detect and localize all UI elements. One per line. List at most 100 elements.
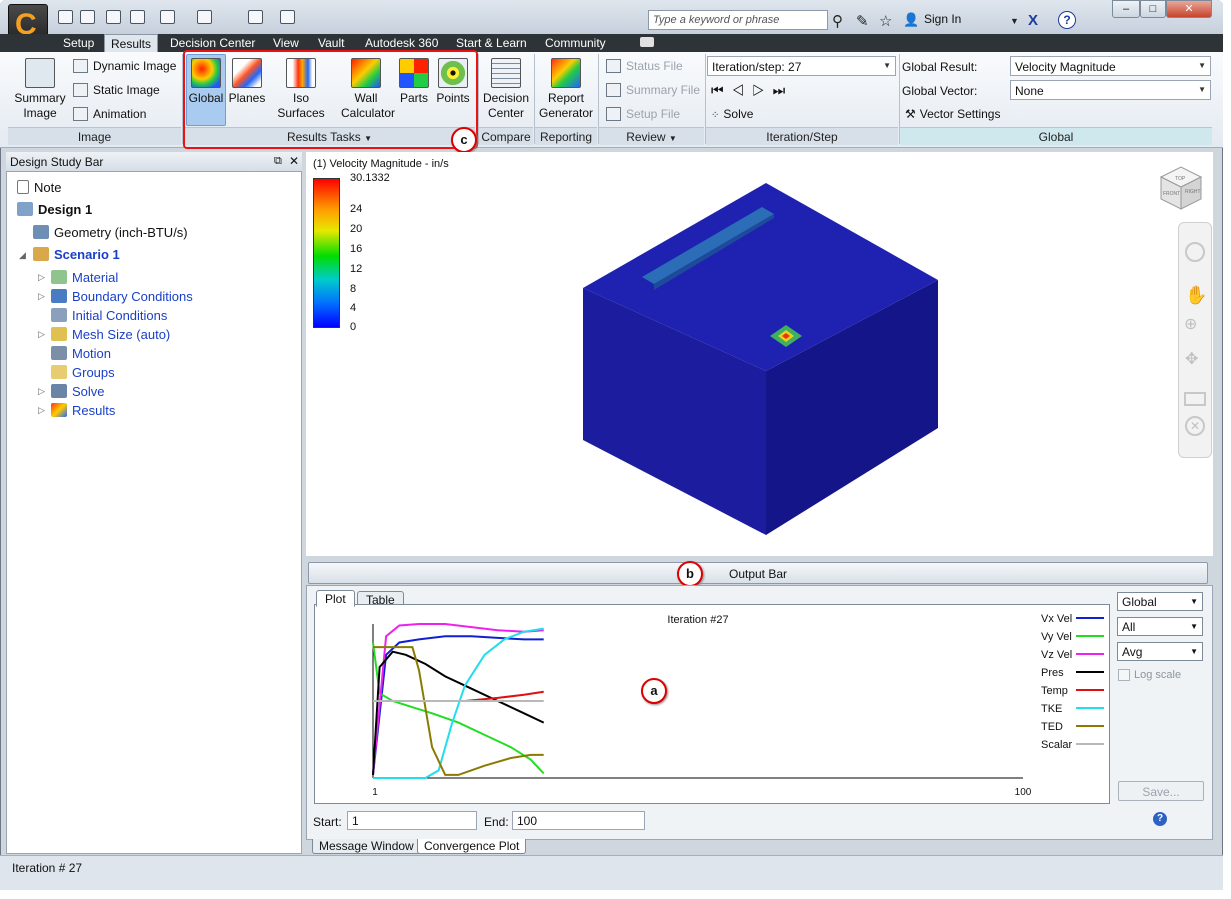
groups-icon (51, 365, 67, 379)
ribbon-minimize-icon[interactable] (640, 37, 654, 47)
open-folder-icon[interactable] (80, 10, 95, 24)
tree-item-geometry[interactable]: Geometry (inch-BTU/s) (33, 225, 188, 240)
zoom-icon[interactable]: ⊕ (1184, 314, 1197, 334)
model-box[interactable] (570, 180, 950, 540)
star-icon[interactable]: ☆ (879, 12, 892, 30)
tab-message-window[interactable]: Message Window (312, 839, 421, 854)
vector-settings-label: Vector Settings (919, 107, 1001, 121)
select-icon[interactable] (160, 10, 175, 24)
minimize-button[interactable]: – (1112, 0, 1140, 18)
design-icon (17, 202, 33, 216)
collapse-arrow-icon[interactable]: ◢ (19, 250, 26, 261)
summary-file-button[interactable]: Summary File (606, 83, 700, 97)
tab-setup[interactable]: Setup (63, 34, 94, 52)
report-generator-button[interactable]: Report Generator (536, 58, 596, 121)
tree-item-scenario[interactable]: Scenario 1 (33, 247, 120, 262)
expand-arrow-icon[interactable]: ▷ (38, 272, 45, 283)
next-step-icon[interactable]: ▷ (752, 82, 773, 98)
status-file-button[interactable]: Status File (606, 59, 683, 73)
legend-tick: 24 (350, 203, 363, 215)
scope-combo[interactable]: Global (1117, 592, 1203, 611)
tree-item-note[interactable]: Note (17, 180, 61, 195)
new-file-icon[interactable] (58, 10, 73, 24)
tree-item-solve[interactable]: Solve (51, 384, 105, 399)
fit-icon[interactable]: ✕ (1185, 416, 1205, 436)
dialog-icon[interactable] (280, 10, 295, 24)
look-at-icon[interactable] (1184, 392, 1206, 406)
save-all-icon[interactable] (130, 10, 145, 24)
tab-plot[interactable]: Plot (316, 590, 355, 607)
view-cube[interactable]: TOP FRONT RIGHT (1157, 163, 1205, 211)
output-bar-header[interactable]: Output Bar (308, 562, 1208, 584)
material-icon (51, 270, 67, 284)
tree-item-groups[interactable]: Groups (51, 365, 115, 380)
legend-tick: 16 (350, 243, 363, 255)
wrench-icon[interactable]: ✎ (856, 12, 869, 30)
expand-arrow-icon[interactable]: ▷ (38, 329, 45, 340)
summary-image-button[interactable]: Summary Image (12, 58, 68, 121)
legend-label: Vy Vel (1041, 631, 1072, 643)
save-icon[interactable] (106, 10, 121, 24)
tree-item-material[interactable]: Material (51, 270, 118, 285)
steering-wheel-icon[interactable] (1185, 242, 1205, 262)
animation-button[interactable]: Animation (73, 107, 146, 121)
last-step-icon[interactable]: ⏭ (773, 82, 794, 98)
step-navigation-controls[interactable]: ⏮◁▷⏭ (711, 82, 793, 99)
tree-item-boundary-conditions[interactable]: Boundary Conditions (51, 289, 193, 304)
search-input[interactable]: Type a keyword or phrase (648, 10, 828, 30)
close-pane-icon[interactable]: ✕ (289, 154, 299, 168)
review-group-label[interactable]: Review ▼ (599, 127, 704, 145)
static-image-button[interactable]: Static Image (73, 83, 160, 97)
exchange-icon[interactable]: X (1028, 12, 1038, 29)
log-scale-checkbox[interactable] (1118, 669, 1130, 681)
float-pane-icon[interactable]: ⧉ (274, 155, 282, 168)
motion-icon (51, 346, 67, 360)
legend-label: Vx Vel (1041, 613, 1072, 625)
help-icon[interactable]: ? (1153, 812, 1167, 826)
window-layout-icon[interactable] (248, 10, 263, 24)
expand-arrow-icon[interactable]: ▷ (38, 291, 45, 302)
vector-settings-button[interactable]: ⚒ Vector Settings (905, 107, 1000, 121)
chevron-down-icon[interactable]: ▼ (1010, 16, 1019, 26)
global-vector-combo[interactable]: None (1010, 80, 1211, 100)
save-button[interactable]: Save... (1118, 781, 1204, 801)
tree-item-results[interactable]: Results (51, 403, 115, 418)
tree-item-initial-conditions[interactable]: Initial Conditions (51, 308, 167, 323)
tree-item-motion[interactable]: Motion (51, 346, 111, 361)
sign-in-link[interactable]: Sign In (924, 12, 961, 26)
setup-file-button[interactable]: Setup File (606, 107, 680, 121)
start-input[interactable]: 1 (347, 811, 477, 830)
close-button[interactable]: ✕ (1166, 0, 1212, 18)
variable-combo[interactable]: All (1117, 617, 1203, 636)
title-bar (0, 0, 1223, 34)
tree-item-mesh-size[interactable]: Mesh Size (auto) (51, 327, 170, 342)
tab-results[interactable]: Results (104, 34, 159, 52)
tree-item-design[interactable]: Design 1 (17, 202, 92, 217)
pan-icon[interactable]: ✋ (1185, 285, 1207, 306)
help-icon[interactable]: ? (1058, 11, 1076, 29)
user-icon: 👤 (903, 12, 920, 27)
expand-arrow-icon[interactable]: ▷ (38, 386, 45, 397)
end-input[interactable]: 100 (512, 811, 645, 830)
view-cube-icon[interactable] (197, 10, 212, 24)
statistic-combo[interactable]: Avg (1117, 642, 1203, 661)
maximize-button[interactable]: □ (1140, 0, 1166, 18)
expand-arrow-icon[interactable]: ▷ (38, 405, 45, 416)
iteration-step-combo[interactable]: Iteration/step: 27 (707, 56, 896, 76)
decision-center-label: Decision Center (482, 91, 530, 120)
global-result-combo[interactable]: Velocity Magnitude (1010, 56, 1211, 76)
legend-label: Vz Vel (1041, 649, 1072, 661)
dynamic-image-button[interactable]: Dynamic Image (73, 59, 176, 73)
tab-community[interactable]: Community (545, 34, 606, 52)
report-generator-icon (551, 58, 581, 88)
setup-file-icon (606, 107, 621, 121)
prev-step-icon[interactable]: ◁ (732, 82, 753, 98)
decision-center-button[interactable]: Decision Center (480, 58, 532, 121)
tab-convergence-plot[interactable]: Convergence Plot (417, 839, 527, 854)
orbit-icon[interactable]: ✥ (1185, 349, 1198, 369)
note-icon (17, 180, 29, 194)
solve-button[interactable]: ⁘ Solve (711, 107, 753, 121)
first-step-icon[interactable]: ⏮ (711, 82, 732, 98)
binoculars-icon[interactable]: ⚲ (832, 12, 843, 30)
camera-icon (25, 58, 55, 88)
